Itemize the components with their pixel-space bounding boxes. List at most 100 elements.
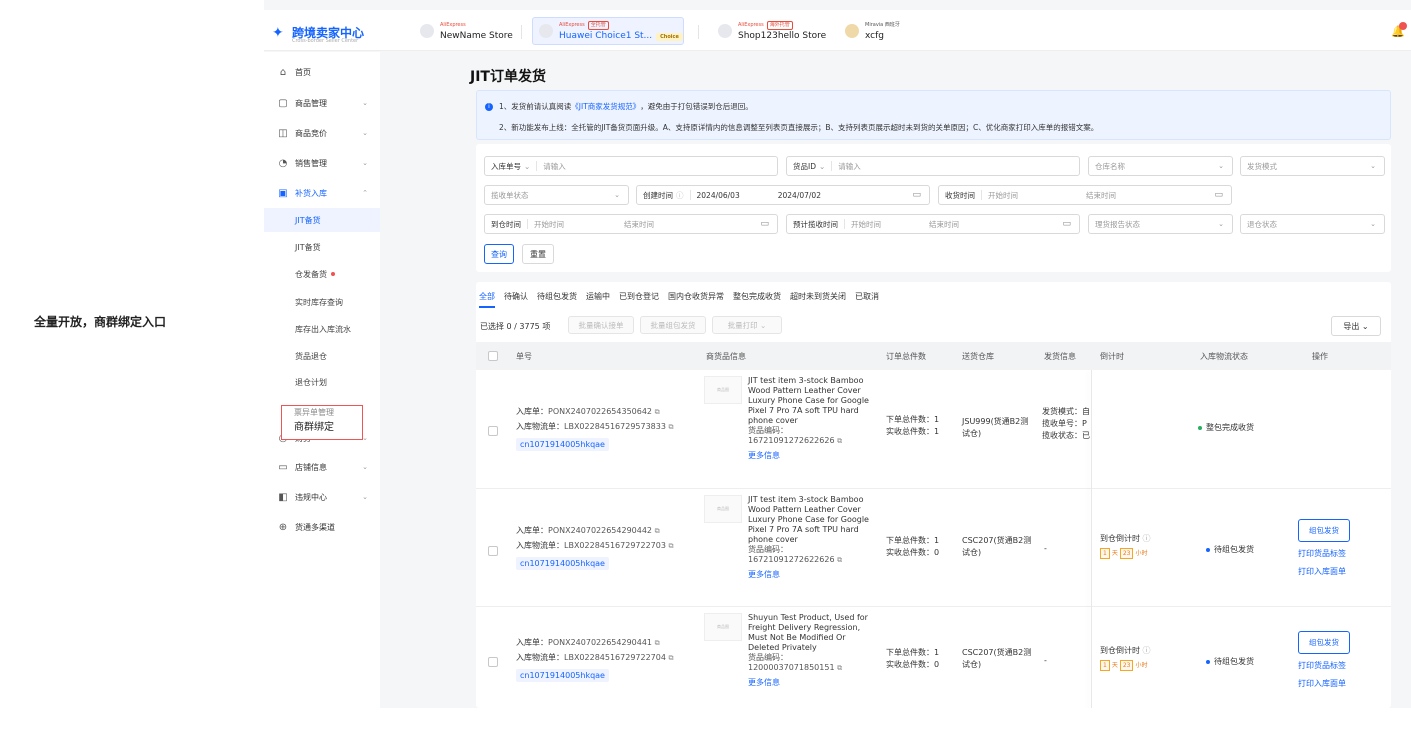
chevron-down-icon: ⌄: [362, 434, 368, 442]
filter-panel: 入库单号 ⌄ 请输入 货品ID ⌄ 请输入 仓库名称 ⌄ 发货模式 ⌄ 揽收单状态 ⌄ 创建时…: [476, 144, 1391, 272]
product-thumbnail[interactable]: 商品图: [704, 495, 742, 523]
sidebar-item-label: 违规中心: [295, 492, 327, 502]
claim-status-select[interactable]: 理货报告状态 ⌄: [1088, 214, 1233, 234]
tab-timeout-closed[interactable]: 超时未到货关闭: [790, 291, 846, 308]
order-tag[interactable]: cn1071914005hkqae: [516, 669, 609, 682]
countdown-label: 到仓倒计时 ⓘ: [1100, 534, 1151, 543]
sidebar-item-shop-info[interactable]: ▭ 店铺信息 ⌄: [264, 456, 380, 478]
delivery-warehouse: CSC207(货通B2测试仓): [962, 536, 1032, 557]
chevron-down-icon: ⌄: [1370, 162, 1376, 170]
store-switch-1[interactable]: AliExpress 全托管 Huawei Choice1 St... Choice: [532, 17, 684, 45]
row-checkbox[interactable]: [488, 657, 498, 667]
tab-all[interactable]: 全部: [479, 291, 495, 308]
new-menu-highlight[interactable]: 票异单管理 商群绑定: [281, 405, 363, 440]
order-tag[interactable]: cn1071914005hkqae: [516, 557, 609, 570]
help-icon: ⓘ: [676, 190, 684, 200]
logo-subtitle: Cross-border Seller Center: [292, 38, 359, 44]
popup-old-label: 票异单管理: [294, 408, 334, 417]
sidebar-item-home[interactable]: ⌂ 首页: [264, 61, 380, 83]
sidebar-subitem-inventory[interactable]: 实时库存查询: [264, 290, 380, 314]
receive-time-range[interactable]: 收货时间 开始时间 结束时间 ▭: [938, 185, 1232, 205]
ship-mode-select[interactable]: 发货模式 ⌄: [1240, 156, 1385, 176]
pack-ship-button[interactable]: 组包发货: [1298, 631, 1350, 654]
bulk-print-button[interactable]: 批量打印 ⌄: [712, 316, 782, 334]
rules-link[interactable]: 《JIT商家发货规范》: [571, 101, 640, 112]
sidebar-subitem-flow[interactable]: 库存出入库流水: [264, 317, 380, 341]
ship-info-line: -: [1044, 656, 1047, 665]
bulk-confirm-button[interactable]: 批量确认接单: [568, 316, 634, 334]
warehouse-icon: ▣: [278, 187, 288, 199]
sidebar-item-violations[interactable]: ◧ 违规中心 ⌄: [264, 486, 380, 508]
chevron-down-icon: ⌄: [614, 191, 620, 199]
sidebar-item-replenish[interactable]: ▣ 补货入库 ⌃: [264, 182, 380, 204]
annotation-text: 全量开放，商群绑定入口: [34, 315, 167, 329]
sidebar-subitem-label: 仓发备货: [295, 269, 327, 279]
tab-to-pack[interactable]: 待组包发货: [537, 291, 577, 308]
store-switch-2[interactable]: AliExpress 海外托管 Shop123hello Store: [712, 17, 832, 45]
more-info-link[interactable]: 更多信息: [748, 678, 872, 688]
sidebar-subitem-warehouse-stock[interactable]: 仓发备货: [264, 262, 380, 286]
store-switch-3[interactable]: Miravia 西班牙 xcfg: [839, 17, 906, 45]
sidebar-subitem-jit-1[interactable]: JIT备货: [264, 208, 380, 232]
inbound-no-filter[interactable]: 入库单号 ⌄ 请输入: [484, 156, 778, 176]
query-button[interactable]: 查询: [484, 244, 514, 264]
ship-info-line: 揽收状态：已: [1042, 431, 1090, 440]
sidebar-subitem-return[interactable]: 货品退仓: [264, 344, 380, 368]
sidebar-item-products[interactable]: ▢ 商品管理 ⌄: [264, 92, 380, 114]
print-inbound-sheet-link[interactable]: 打印入库面单: [1298, 564, 1350, 579]
arrive-time-range[interactable]: 到仓时间 开始时间 结束时间 ▭: [484, 214, 778, 234]
tab-pending[interactable]: 待确认: [504, 291, 528, 308]
bulk-pack-button[interactable]: 批量组包发货: [640, 316, 706, 334]
copy-icon: ⧉: [837, 664, 843, 672]
store-name: xcfg: [865, 31, 884, 41]
col-order-no: 单号: [516, 352, 532, 361]
chevron-down-icon: ⌄: [819, 161, 826, 171]
sidebar-item-sales[interactable]: ◔ 销售管理 ⌄: [264, 152, 380, 174]
copy-icon: ⧉: [654, 527, 660, 535]
product-thumbnail[interactable]: 商品图: [704, 376, 742, 404]
reset-button[interactable]: 重置: [522, 244, 554, 264]
goods-id-filter[interactable]: 货品ID ⌄ 请输入: [786, 156, 1080, 176]
sidebar-item-label: 店铺信息: [295, 462, 327, 472]
sidebar-subitem-return-plan[interactable]: 退仓计划: [264, 370, 380, 394]
order-tag[interactable]: cn1071914005hkqae: [516, 438, 609, 451]
order-total: 下单总件数：1: [886, 415, 940, 424]
tab-in-transit[interactable]: 运输中: [586, 291, 610, 308]
pickup-status-select[interactable]: 揽收单状态 ⌄: [484, 185, 629, 205]
chevron-down-icon: ⌄: [1370, 220, 1376, 228]
row-checkbox[interactable]: [488, 426, 498, 436]
print-label-link[interactable]: 打印货品标签: [1298, 546, 1350, 561]
pack-ship-button[interactable]: 组包发货: [1298, 519, 1350, 542]
product-title: JIT test item 3-stock Bamboo Wood Patter…: [748, 376, 869, 425]
tab-exception[interactable]: 国内仓收货异常: [668, 291, 724, 308]
sidebar: ⌂ 首页 ▢ 商品管理 ⌄ ◫ 商品竞价 ⌄ ◔ 销售管理 ⌄ ▣ 补货入库 ⌃…: [264, 52, 380, 708]
est-pickup-time-range[interactable]: 预计揽收时间 开始时间 结束时间 ▭: [786, 214, 1080, 234]
globe-icon: ⊕: [278, 521, 288, 533]
print-label-link[interactable]: 打印货品标签: [1298, 658, 1350, 673]
return-status-select[interactable]: 退仓状态 ⌄: [1240, 214, 1385, 234]
sidebar-item-bidding[interactable]: ◫ 商品竞价 ⌄: [264, 122, 380, 144]
tab-arrived[interactable]: 已到仓登记: [619, 291, 659, 308]
bidding-icon: ◫: [278, 127, 288, 139]
store-platform: AliExpress 全托管: [559, 20, 683, 31]
print-inbound-sheet-link[interactable]: 打印入库面单: [1298, 676, 1350, 691]
more-info-link[interactable]: 更多信息: [748, 451, 872, 461]
more-info-link[interactable]: 更多信息: [748, 570, 872, 580]
row-checkbox[interactable]: [488, 546, 498, 556]
sidebar-item-multichannel[interactable]: ⊕ 货通多渠道: [264, 516, 380, 538]
tab-cancelled[interactable]: 已取消: [855, 291, 879, 308]
inbound-no: 入库单：PONX2407022654290442 ⧉: [516, 526, 660, 535]
create-time-range[interactable]: 创建时间 ⓘ 2024/06/03 2024/07/02 ▭: [636, 185, 930, 205]
tab-received[interactable]: 整包完成收货: [733, 291, 781, 308]
select-all-checkbox[interactable]: [488, 351, 498, 361]
warehouse-select[interactable]: 仓库名称 ⌄: [1088, 156, 1233, 176]
violation-icon: ◧: [278, 491, 288, 503]
product-thumbnail[interactable]: 商品图: [704, 613, 742, 641]
col-product: 商货品信息: [706, 352, 746, 361]
store-switch-0[interactable]: AliExpress NewName Store: [414, 17, 519, 45]
sidebar-subitem-jit-2[interactable]: JIT备货: [264, 235, 380, 259]
export-button[interactable]: 导出 ⌄: [1331, 316, 1381, 336]
logistics-no: 入库物流单：LBX02284516729722703 ⧉: [516, 541, 674, 550]
home-icon: ⌂: [279, 66, 287, 78]
divider: [698, 25, 699, 39]
